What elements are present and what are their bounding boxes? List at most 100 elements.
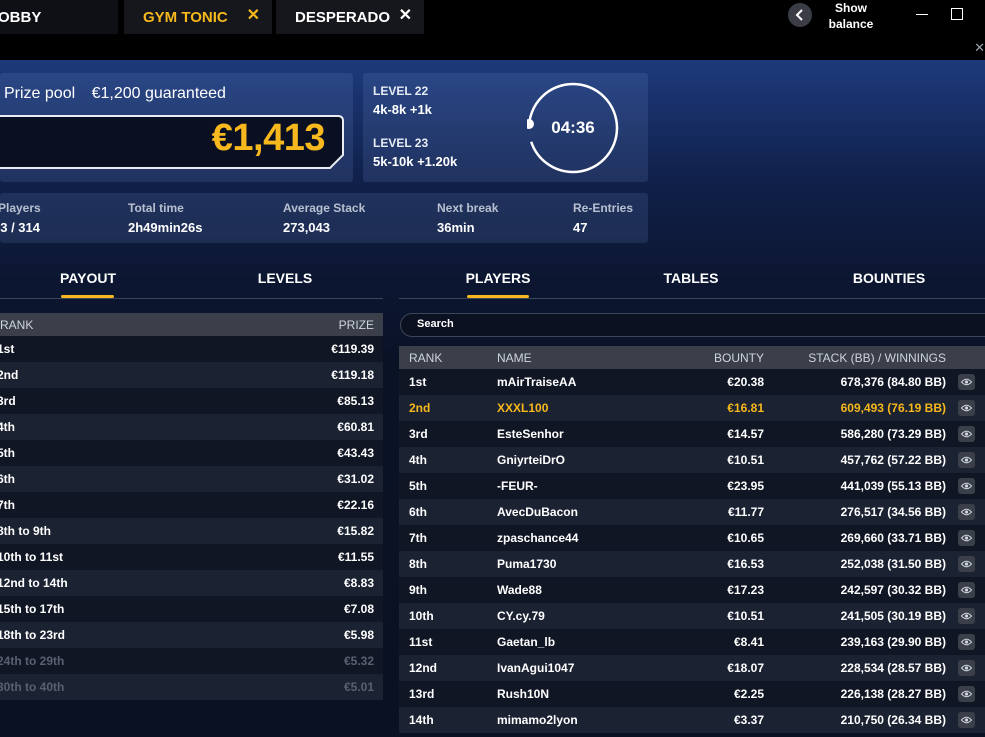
table-row: 6th €31.02 <box>0 466 383 492</box>
table-row[interactable]: 14th mimamo2lyon €3.37 210,750 (26.34 BB) <box>399 707 985 733</box>
payout-prize: €31.02 <box>337 472 374 486</box>
divider <box>399 298 985 299</box>
eye-icon[interactable] <box>958 452 975 468</box>
eye-icon[interactable] <box>958 660 975 676</box>
eye-icon[interactable] <box>958 478 975 494</box>
player-name: CY.cy.79 <box>497 609 545 623</box>
eye-icon[interactable] <box>958 608 975 624</box>
payout-rank: 2nd <box>0 368 19 382</box>
tab-bounties[interactable]: BOUNTIES <box>849 270 929 286</box>
close-icon[interactable]: ✕ <box>247 8 260 24</box>
eye-icon[interactable] <box>958 634 975 650</box>
show-balance-button[interactable]: Show balance <box>822 0 880 32</box>
table-row[interactable]: 4th GniyrteiDrO €10.51 457,762 (57.22 BB) <box>399 447 985 473</box>
table-row: 18th to 23rd €5.98 <box>0 622 383 648</box>
player-stack: 241,505 (30.19 BB) <box>840 609 946 623</box>
player-rank: 10th <box>409 609 434 623</box>
player-bounty: €2.25 <box>733 687 764 701</box>
minimize-button[interactable] <box>916 14 928 15</box>
player-stack: 609,493 (76.19 BB) <box>840 401 946 415</box>
table-row[interactable]: 5th -FEUR- €23.95 441,039 (55.13 BB) <box>399 473 985 499</box>
eye-icon[interactable] <box>958 374 975 390</box>
table-row[interactable]: 11st Gaetan_lb €8.41 239,163 (29.90 BB) <box>399 629 985 655</box>
table-row[interactable]: 8th Puma1730 €16.53 252,038 (31.50 BB) <box>399 551 985 577</box>
prize-pool-card: Prize pool €1,200 guaranteed €1,413 <box>0 73 353 182</box>
tab-players[interactable]: PLAYERS <box>463 270 533 286</box>
player-bounty: €17.23 <box>727 583 764 597</box>
player-name: -FEUR- <box>497 479 538 493</box>
stats-card: Players 23 / 314 Total time 2h49min26s A… <box>0 193 648 243</box>
player-bounty: €20.38 <box>727 375 764 389</box>
player-stack: 678,376 (84.80 BB) <box>840 375 946 389</box>
stat-re-entries: Re-Entries 47 <box>573 201 633 235</box>
stat-next-break: Next break 36min <box>437 201 498 235</box>
show-balance-label: balance <box>828 17 874 31</box>
player-rank: 13rd <box>409 687 435 701</box>
table-row[interactable]: 1st mAirTraiseAA €20.38 678,376 (84.80 BB) <box>399 369 985 395</box>
show-balance-label: Show <box>835 1 867 15</box>
payout-prize: €5.98 <box>343 628 374 642</box>
table-row: 24th to 29th €5.32 <box>0 648 383 674</box>
eye-icon[interactable] <box>958 400 975 416</box>
divider <box>0 298 383 299</box>
maximize-button[interactable] <box>951 8 963 20</box>
payout-prize: €15.82 <box>337 524 374 538</box>
table-row[interactable]: 10th CY.cy.79 €10.51 241,505 (30.19 BB) <box>399 603 985 629</box>
payout-prize: €119.18 <box>331 368 374 382</box>
player-bounty: €10.65 <box>727 531 764 545</box>
player-name: XXXL100 <box>497 401 549 415</box>
next-level-blinds: 5k-10k +1.20k <box>373 154 458 169</box>
table-row[interactable]: 13rd Rush10N €2.25 226,138 (28.27 BB) <box>399 681 985 707</box>
player-name: Gaetan_lb <box>497 635 556 649</box>
payout-rank: 10th to 11st <box>0 550 64 564</box>
table-row[interactable]: 2nd XXXL100 €16.81 609,493 (76.19 BB) <box>399 395 985 421</box>
stat-value: 273,043 <box>283 220 330 235</box>
payout-rank: 12nd to 14th <box>0 576 68 590</box>
player-bounty: €10.51 <box>727 609 764 623</box>
tab-levels[interactable]: LEVELS <box>255 270 315 286</box>
player-bounty: €14.57 <box>727 427 764 441</box>
eye-icon[interactable] <box>958 504 975 520</box>
tab-obby[interactable]: OBBY <box>0 0 118 34</box>
tab-payout[interactable]: PAYOUT <box>58 270 118 286</box>
player-rank: 14th <box>409 713 434 727</box>
title-bar: OBBY GYM TONIC ✕ DESPERADO ✕ Show balanc… <box>0 0 985 36</box>
table-row: 7th €22.16 <box>0 492 383 518</box>
search-input[interactable] <box>417 318 817 330</box>
table-row[interactable]: 9th Wade88 €17.23 242,597 (30.32 BB) <box>399 577 985 603</box>
table-row[interactable]: 12nd IvanAgui1047 €18.07 228,534 (28.57 BB) <box>399 655 985 681</box>
table-row: 8th to 9th €15.82 <box>0 518 383 544</box>
table-row[interactable]: 3rd EsteSenhor €14.57 586,280 (73.29 BB) <box>399 421 985 447</box>
player-stack: 269,660 (33.71 BB) <box>840 531 946 545</box>
player-name: Puma1730 <box>497 557 557 571</box>
back-button[interactable] <box>788 3 812 27</box>
player-bounty: €18.07 <box>727 661 764 675</box>
payout-rank: 1st <box>0 342 15 356</box>
eye-icon[interactable] <box>958 426 975 442</box>
stat-value: 47 <box>573 220 588 235</box>
table-row[interactable]: 7th zpaschance44 €10.65 269,660 (33.71 BB) <box>399 525 985 551</box>
payout-prize: €8.83 <box>343 576 374 590</box>
search-field[interactable] <box>400 313 985 337</box>
eye-icon[interactable] <box>958 530 975 546</box>
player-rank: 11st <box>409 635 433 649</box>
eye-icon[interactable] <box>958 556 975 572</box>
tab-desperado[interactable]: DESPERADO ✕ <box>276 0 424 34</box>
payout-rank: 6th <box>0 472 15 486</box>
player-bounty: €23.95 <box>727 479 764 493</box>
player-name: Wade88 <box>497 583 542 597</box>
payout-rank: 4th <box>0 420 15 434</box>
payout-rank: 8th to 9th <box>0 524 51 538</box>
close-icon[interactable]: ✕ <box>399 8 412 24</box>
table-row: 2nd €119.18 <box>0 362 383 388</box>
tab-label: DESPERADO <box>295 8 391 26</box>
eye-icon[interactable] <box>958 712 975 728</box>
table-row[interactable]: 6th AvecDuBacon €11.77 276,517 (34.56 BB) <box>399 499 985 525</box>
tab-tables[interactable]: TABLES <box>656 270 726 286</box>
eye-icon[interactable] <box>958 686 975 702</box>
table-row: 3rd €85.13 <box>0 388 383 414</box>
eye-icon[interactable] <box>958 582 975 598</box>
tab-gym-tonic[interactable]: GYM TONIC ✕ <box>124 0 272 34</box>
close-icon[interactable]: ✕ <box>974 40 985 56</box>
player-bounty: €16.81 <box>727 401 764 415</box>
